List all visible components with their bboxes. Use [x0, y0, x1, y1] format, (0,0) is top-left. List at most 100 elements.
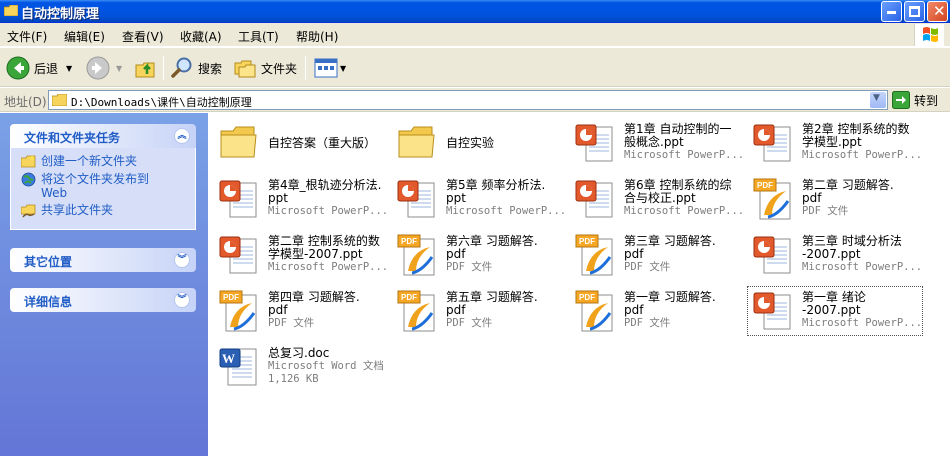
task-publish-web[interactable]: 将这个文件夹发布到 Web: [21, 172, 189, 200]
file-item[interactable]: 第三章 时域分析法 -2007.ppt Microsoft PowerP...: [746, 229, 924, 281]
file-item[interactable]: 第4章_根轨迹分析法. ppt Microsoft PowerP...: [212, 173, 390, 225]
minimize-button[interactable]: [881, 1, 902, 22]
up-folder-button[interactable]: [134, 53, 158, 83]
collapse-icon[interactable]: ︽: [174, 128, 190, 144]
views-button[interactable]: ▼: [314, 53, 346, 83]
address-dropdown-button[interactable]: ▼: [870, 92, 886, 108]
file-item[interactable]: PDF 第五章 习题解答. pdf PDF 文件: [390, 285, 568, 337]
menu-edit[interactable]: 编辑(E): [64, 28, 105, 45]
file-type: Microsoft PowerP...: [268, 261, 386, 273]
details-panel: 详细信息 ︾: [10, 288, 196, 312]
back-button[interactable]: 后退 ▼: [6, 53, 72, 83]
file-item[interactable]: PDF 第二章 习题解答. pdf PDF 文件: [746, 173, 924, 225]
back-arrow-icon: [6, 56, 30, 80]
address-input[interactable]: D:\Downloads\课件\自动控制原理 ▼: [48, 90, 888, 110]
windows-logo-icon: [914, 24, 944, 46]
chevron-down-icon[interactable]: ▼: [116, 64, 122, 73]
views-icon: [314, 58, 338, 78]
file-name: 第一章 绪论 -2007.ppt: [802, 290, 866, 317]
share-folder-icon: [21, 204, 36, 218]
svg-text:PDF: PDF: [757, 181, 773, 190]
svg-text:PDF: PDF: [579, 293, 595, 302]
chevron-down-icon[interactable]: ▼: [66, 64, 72, 73]
svg-text:PDF: PDF: [579, 237, 595, 246]
forward-button[interactable]: ▼: [86, 53, 122, 83]
close-button[interactable]: ✕: [927, 1, 948, 22]
svg-text:PDF: PDF: [223, 293, 239, 302]
pdf-file-icon: PDF: [574, 289, 616, 333]
file-item[interactable]: PDF 第三章 习题解答. pdf PDF 文件: [568, 229, 746, 281]
folder-icon: [52, 94, 67, 106]
file-item[interactable]: PDF 第一章 习题解答. pdf PDF 文件: [568, 285, 746, 337]
file-type: Microsoft PowerP...: [802, 317, 920, 329]
svg-text:PDF: PDF: [401, 293, 417, 302]
chevron-down-icon[interactable]: ▼: [340, 64, 346, 73]
file-name: 第四章 习题解答. pdf: [268, 290, 360, 317]
file-type: PDF 文件: [802, 205, 849, 217]
panel-title: 其它位置: [24, 255, 73, 269]
task-share-folder[interactable]: 共享此文件夹: [21, 203, 189, 218]
title-bar[interactable]: 自动控制原理 ✕: [0, 0, 950, 23]
file-type: Microsoft PowerP...: [268, 205, 386, 217]
details-header[interactable]: 详细信息 ︾: [10, 288, 196, 312]
file-name: 第4章_根轨迹分析法. ppt: [268, 178, 382, 205]
folder-icon: [396, 121, 438, 165]
file-item[interactable]: 第6章 控制系统的综 合与校正.ppt Microsoft PowerP...: [568, 173, 746, 225]
file-list[interactable]: 自控答案（重大版） 自控实验 第1章 自动控制的一 般概念.ppt Microsoft…: [208, 113, 950, 456]
svg-text:W: W: [222, 351, 235, 366]
other-places-panel: 其它位置 ︾: [10, 248, 196, 272]
menu-view[interactable]: 查看(V): [122, 28, 164, 45]
expand-icon[interactable]: ︾: [174, 292, 190, 308]
menu-bar: 文件(F) 编辑(E) 查看(V) 收藏(A) 工具(T) 帮助(H): [0, 23, 950, 47]
file-name: 总复习.doc: [268, 346, 330, 360]
pdf-file-icon: PDF: [752, 177, 794, 221]
file-folder-tasks-header[interactable]: 文件和文件夹任务 ︽: [10, 124, 196, 148]
ppt-file-icon: [752, 233, 794, 277]
file-item[interactable]: 第一章 绪论 -2007.ppt Microsoft PowerP...: [746, 285, 924, 337]
file-type: Microsoft PowerP...: [802, 261, 920, 273]
search-icon: [171, 57, 192, 78]
ppt-file-icon: [574, 121, 616, 165]
folder-item[interactable]: 自控答案（重大版）: [212, 117, 390, 169]
ppt-file-icon: [752, 289, 794, 333]
go-arrow-icon: [892, 91, 910, 109]
folders-button[interactable]: 文件夹: [233, 53, 297, 83]
menu-favorites[interactable]: 收藏(A): [180, 28, 222, 45]
other-places-header[interactable]: 其它位置 ︾: [10, 248, 196, 272]
file-size: 1,126 KB: [268, 373, 319, 385]
menu-file[interactable]: 文件(F): [7, 28, 47, 45]
file-item[interactable]: 第1章 自动控制的一 般概念.ppt Microsoft PowerP...: [568, 117, 746, 169]
panel-title: 详细信息: [24, 295, 73, 309]
file-item[interactable]: PDF 第四章 习题解答. pdf PDF 文件: [212, 285, 390, 337]
file-type: Microsoft PowerP...: [446, 205, 564, 217]
task-new-folder[interactable]: 创建一个新文件夹: [21, 154, 189, 169]
search-button[interactable]: 搜索: [170, 53, 222, 83]
pdf-file-icon: PDF: [574, 233, 616, 277]
file-type: PDF 文件: [446, 317, 493, 329]
go-button[interactable]: 转到: [892, 91, 938, 109]
forward-arrow-icon: [86, 56, 110, 80]
menu-help[interactable]: 帮助(H): [296, 28, 338, 45]
folder-icon: [4, 5, 18, 16]
maximize-button[interactable]: [904, 1, 925, 22]
folder-item[interactable]: 自控实验: [390, 117, 568, 169]
new-folder-icon: [21, 155, 36, 168]
file-item[interactable]: 第2章 控制系统的数 学模型.ppt Microsoft PowerP...: [746, 117, 924, 169]
ppt-file-icon: [752, 121, 794, 165]
file-name: 自控答案（重大版）: [268, 136, 377, 150]
file-name: 第五章 习题解答. pdf: [446, 290, 538, 317]
file-item[interactable]: PDF 第六章 习题解答. pdf PDF 文件: [390, 229, 568, 281]
file-item[interactable]: 第5章 频率分析法. ppt Microsoft PowerP...: [390, 173, 568, 225]
file-name: 第2章 控制系统的数 学模型.ppt: [802, 122, 910, 149]
back-label: 后退: [34, 61, 59, 76]
file-type: PDF 文件: [446, 261, 493, 273]
file-name: 第六章 习题解答. pdf: [446, 234, 538, 261]
pdf-file-icon: PDF: [396, 289, 438, 333]
menu-tools[interactable]: 工具(T): [238, 28, 279, 45]
chevron-down-icon: ▼: [873, 93, 880, 103]
file-type: Microsoft Word 文档: [268, 360, 384, 372]
file-name: 第6章 控制系统的综 合与校正.ppt: [624, 178, 732, 205]
file-item[interactable]: W 总复习.doc Microsoft Word 文档 1,126 KB: [212, 341, 390, 393]
expand-icon[interactable]: ︾: [174, 252, 190, 268]
file-item[interactable]: 第二章 控制系统的数 学模型-2007.ppt Microsoft PowerP.…: [212, 229, 390, 281]
